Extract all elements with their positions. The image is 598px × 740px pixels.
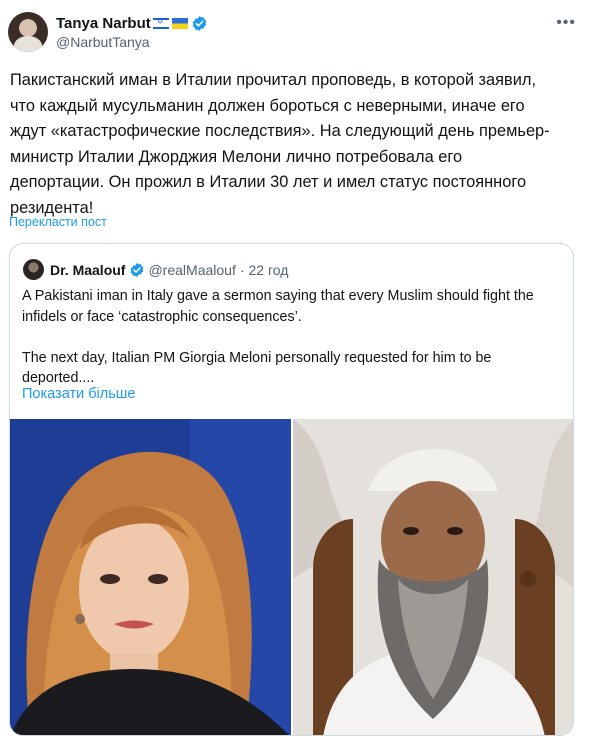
- quoted-verified-badge-icon: [131, 262, 144, 277]
- quoted-author-avatar[interactable]: [23, 259, 44, 280]
- ukraine-flag-icon: [171, 17, 188, 29]
- quoted-tweet[interactable]: Dr. Maalouf @realMaalouf · 22 год A Paki…: [9, 243, 574, 736]
- author-name-row: Tanya Narbut: [56, 13, 208, 33]
- more-options-icon[interactable]: •••: [556, 14, 576, 32]
- quoted-media: [10, 419, 573, 735]
- author-handle[interactable]: @NarbutTanya: [56, 34, 150, 50]
- quoted-author-name[interactable]: Dr. Maalouf: [50, 262, 125, 278]
- show-more-link[interactable]: Показати більше: [22, 386, 135, 402]
- media-photo-woman[interactable]: [10, 419, 291, 735]
- israel-flag-icon: [152, 17, 169, 29]
- verified-badge-icon[interactable]: [191, 15, 208, 32]
- man-portrait-illustration: [293, 419, 573, 735]
- quoted-tweet-header: Dr. Maalouf @realMaalouf · 22 год: [50, 259, 288, 280]
- tweet-text: Пакистанский иман в Италии прочитал проп…: [10, 71, 550, 217]
- quoted-separator: ·: [239, 261, 245, 278]
- author-display-name[interactable]: Tanya Narbut: [56, 15, 151, 32]
- woman-portrait-illustration: [10, 419, 291, 735]
- translate-post-link[interactable]: Перекласти пост: [9, 215, 107, 229]
- quoted-author-handle[interactable]: @realMaalouf: [148, 262, 235, 278]
- tweet: Tanya Narbut @NarbutTanya ••• Пакистанск…: [0, 0, 598, 740]
- author-avatar[interactable]: [8, 12, 48, 52]
- quoted-timestamp[interactable]: 22 год: [249, 262, 289, 278]
- quoted-tweet-text: A Pakistani iman in Italy gave a sermon …: [22, 288, 534, 386]
- media-photo-man[interactable]: [293, 419, 573, 735]
